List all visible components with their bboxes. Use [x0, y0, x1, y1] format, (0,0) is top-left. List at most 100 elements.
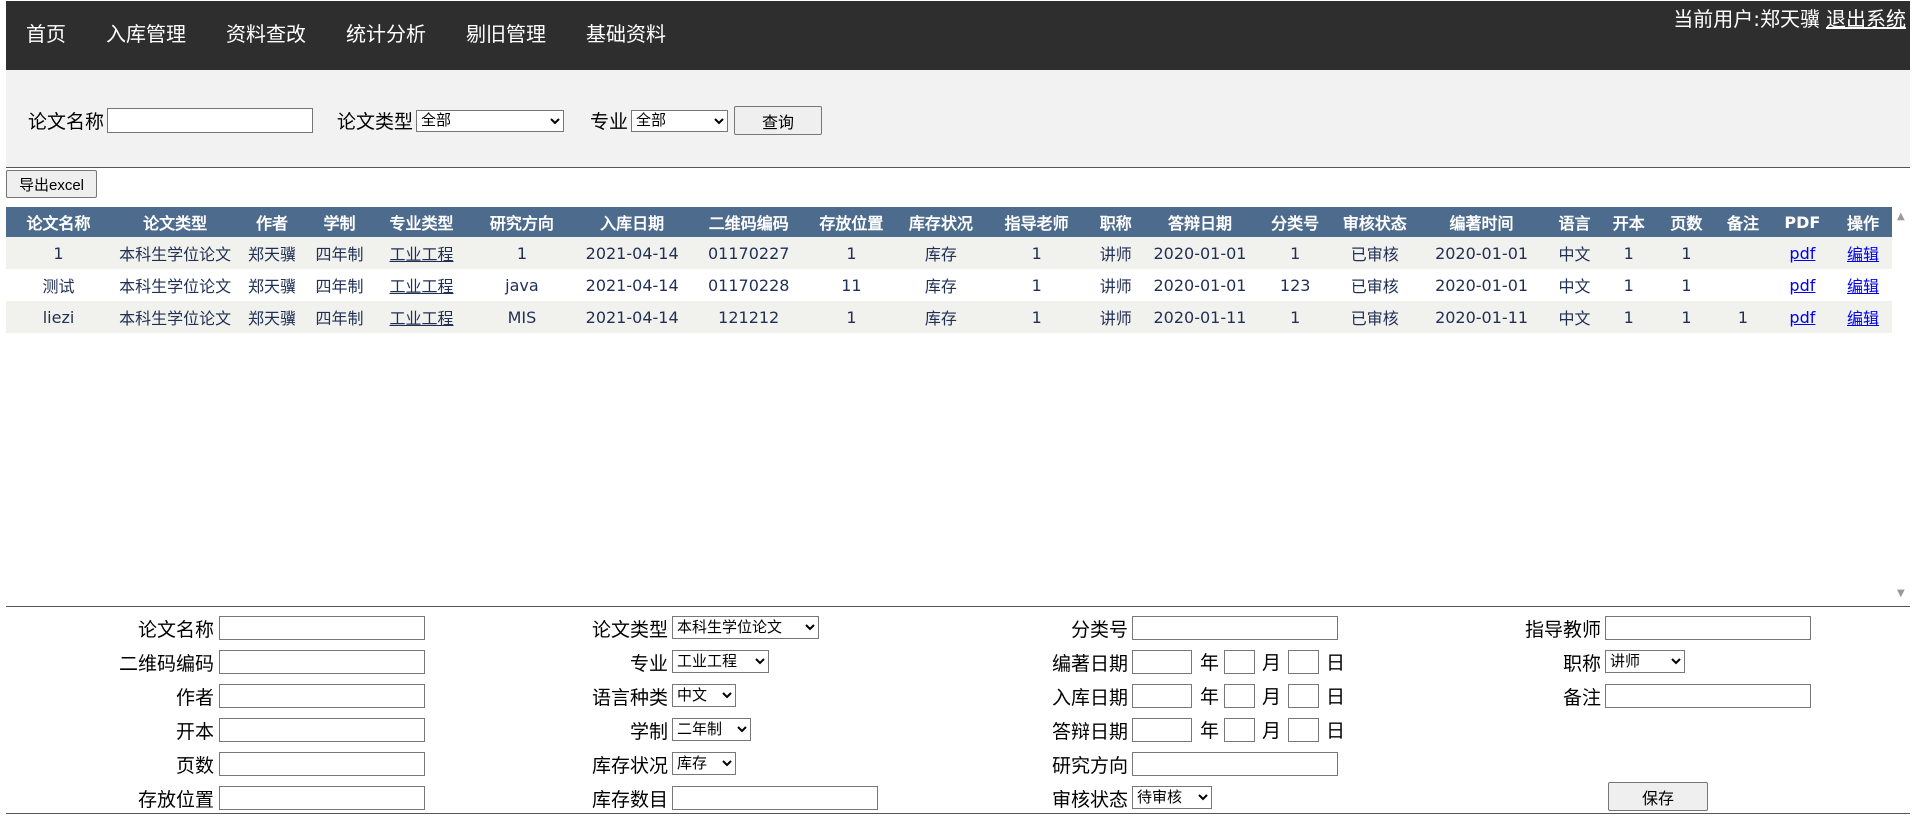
export-excel-button[interactable]: 导出excel: [6, 170, 97, 198]
nav-stats[interactable]: 统计分析: [326, 1, 446, 70]
edit-link[interactable]: 编辑: [1847, 309, 1879, 328]
cell-text: 1: [1290, 243, 1301, 263]
form-format-input[interactable]: [219, 718, 425, 742]
form-advisor-input[interactable]: [1605, 616, 1811, 640]
table-cell: 库存: [894, 237, 988, 269]
table-cell: [1715, 269, 1771, 301]
cell-text: 已审核: [1350, 309, 1399, 328]
cell-text: 1: [516, 243, 527, 263]
form-compile-date-label: 编著日期: [1051, 653, 1128, 675]
nav-storage[interactable]: 入库管理: [86, 1, 206, 70]
cell-text: 2021-04-14: [585, 307, 679, 327]
compile-day-input[interactable]: [1288, 650, 1319, 674]
form-stock-count-input[interactable]: [672, 786, 878, 810]
entry-year-input[interactable]: [1132, 684, 1192, 708]
form-stock-select[interactable]: 库存: [672, 752, 736, 775]
table-cell: 工业工程: [374, 269, 469, 301]
defense-day-unit: 日: [1326, 720, 1346, 742]
form-pages-label: 页数: [175, 755, 214, 777]
column-header: 语言: [1549, 207, 1600, 237]
table-row: 1 本科生学位论文 郑天骥 四年制 工业工程 1 2021-04-14 01170227 1 库存…: [6, 237, 1892, 269]
table-cell: 工业工程: [374, 301, 469, 333]
table-cell: 讲师: [1086, 301, 1146, 333]
table-cell: liezi: [6, 301, 112, 333]
form-remark-input[interactable]: [1605, 684, 1811, 708]
table-cell: 已审核: [1335, 301, 1415, 333]
cell-text: 01170227: [707, 243, 790, 263]
form-research-input[interactable]: [1132, 752, 1338, 776]
table-cell: 1: [1599, 237, 1658, 269]
search-type-select[interactable]: 全部: [416, 109, 565, 132]
scroll-up-icon[interactable]: ▲: [1897, 211, 1905, 222]
pdf-link[interactable]: pdf: [1789, 244, 1815, 263]
compile-month-unit: 月: [1262, 652, 1282, 674]
table-cell: 已审核: [1335, 269, 1415, 301]
table-cell: 编辑: [1834, 269, 1892, 301]
cell-text: 2020-01-01: [1153, 275, 1247, 295]
table-cell: 1: [6, 237, 112, 269]
cell-text: 中文: [1558, 245, 1591, 264]
table-cell: 1: [1254, 301, 1336, 333]
entry-day-unit: 日: [1326, 686, 1346, 708]
table-cell: 1: [1657, 269, 1716, 301]
form-name-label: 论文名称: [137, 619, 214, 641]
cell-text: 已审核: [1350, 277, 1399, 296]
nav-edit[interactable]: 资料查改: [206, 1, 326, 70]
table-scrollbar[interactable]: ▲ ▼: [1894, 207, 1910, 603]
table-cell: 编辑: [1834, 237, 1892, 269]
cell-text: 1: [1623, 243, 1634, 263]
form-class-input[interactable]: [1132, 616, 1338, 640]
search-major-select[interactable]: 全部: [631, 109, 729, 132]
edit-link[interactable]: 编辑: [1847, 277, 1879, 296]
form-entry-date-label: 入库日期: [1051, 687, 1128, 709]
form-major-select[interactable]: 工业工程: [672, 650, 769, 673]
save-button[interactable]: 保存: [1608, 782, 1708, 811]
search-name-input[interactable]: [107, 108, 314, 133]
compile-year-input[interactable]: [1132, 650, 1192, 674]
table-cell: 四年制: [304, 301, 375, 333]
compile-month-input[interactable]: [1224, 650, 1255, 674]
cell-text: 1: [1623, 307, 1634, 327]
defense-year-input[interactable]: [1132, 718, 1192, 742]
form-pages-input[interactable]: [219, 752, 425, 776]
table-cell: pdf: [1770, 301, 1835, 333]
form-location-input[interactable]: [219, 786, 425, 810]
table-cell: 中文: [1549, 237, 1600, 269]
entry-day-input[interactable]: [1288, 684, 1319, 708]
column-header: 页数: [1657, 207, 1716, 237]
nav-base-data[interactable]: 基础资料: [566, 1, 686, 70]
defense-day-input[interactable]: [1288, 718, 1319, 742]
table-cell: 1: [1599, 301, 1658, 333]
pdf-link[interactable]: pdf: [1789, 308, 1815, 327]
nav-home[interactable]: 首页: [6, 1, 86, 70]
form-location-label: 存放位置: [137, 789, 214, 811]
edit-link[interactable]: 编辑: [1847, 245, 1879, 264]
column-header: 存放位置: [808, 207, 895, 237]
form-type-select[interactable]: 本科生学位论文: [672, 616, 819, 639]
cell-text: 2020-01-01: [1435, 243, 1529, 263]
form-name-input[interactable]: [219, 616, 425, 640]
divider: [6, 813, 1910, 814]
defense-month-input[interactable]: [1224, 718, 1255, 742]
query-button[interactable]: 查询: [734, 106, 823, 135]
scroll-down-icon[interactable]: ▼: [1897, 588, 1905, 599]
nav-retire[interactable]: 剔旧管理: [446, 1, 566, 70]
form-review-select[interactable]: 待审核: [1132, 786, 1212, 809]
table-cell: 01170227: [689, 237, 809, 269]
form-schooling-select[interactable]: 二年制: [672, 718, 751, 741]
table-cell: 1: [1599, 269, 1658, 301]
table-cell: 2020-01-01: [1145, 269, 1255, 301]
entry-month-input[interactable]: [1224, 684, 1255, 708]
form-author-input[interactable]: [219, 684, 425, 708]
cell-text: 库存: [924, 277, 957, 296]
search-panel: 论文名称 论文类型 全部 专业 全部 查询: [6, 70, 1910, 168]
form-qrcode-input[interactable]: [219, 650, 425, 674]
major-text: 工业工程: [389, 245, 454, 264]
form-language-select[interactable]: 中文: [672, 684, 736, 707]
pdf-link[interactable]: pdf: [1789, 276, 1815, 295]
logout-link[interactable]: 退出系统: [1826, 7, 1906, 31]
table-cell: 讲师: [1086, 237, 1146, 269]
form-title-select[interactable]: 讲师: [1605, 650, 1685, 673]
cell-text: 库存: [924, 309, 957, 328]
cell-text: 本科生学位论文: [119, 309, 232, 328]
